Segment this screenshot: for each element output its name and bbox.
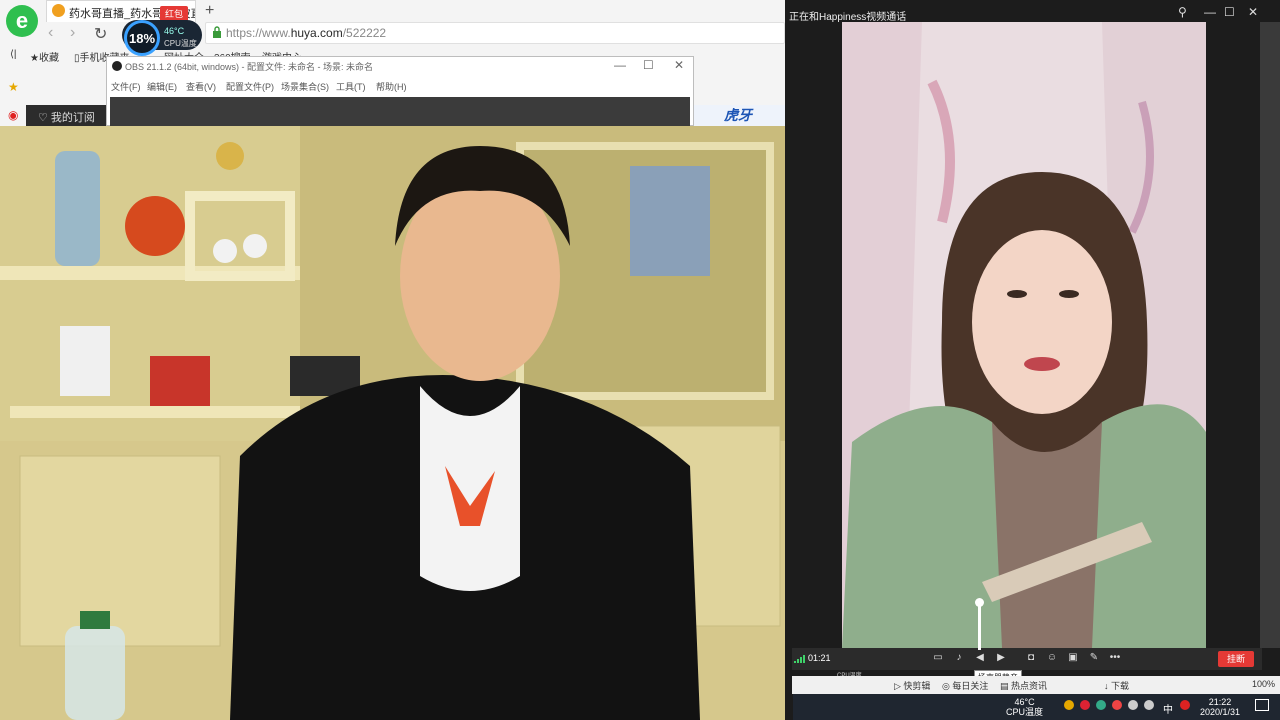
obs-menu-help[interactable]: 帮助(H) [376, 80, 407, 93]
new-tab-button[interactable]: + [205, 2, 214, 20]
tray-icon[interactable] [1096, 700, 1106, 710]
remote-video-scene [842, 22, 1206, 648]
strip-daily[interactable]: ◎ 每日关注 [942, 679, 988, 692]
weibo-icon[interactable]: ◉ [8, 108, 18, 122]
strip-download[interactable]: ↓ 下载 [1104, 679, 1129, 692]
my-subscriptions[interactable]: ♡ 我的订阅 [26, 105, 106, 126]
tray-icon[interactable] [1064, 700, 1074, 710]
notification-icon[interactable] [1255, 699, 1269, 711]
lock-icon [213, 26, 221, 38]
huya-banner[interactable]: 虎牙 [694, 105, 790, 126]
strip-news[interactable]: ▤ 热点资讯 [1000, 679, 1047, 692]
browser-logo-icon[interactable]: e [6, 5, 38, 37]
effects-icon[interactable]: ☺ [1045, 652, 1059, 664]
obs-menu-scene-collection[interactable]: 场景集合(S) [281, 80, 329, 93]
chat-icon[interactable]: ▭ [931, 652, 945, 664]
volume-slider[interactable] [978, 602, 981, 650]
bookmark-favorites[interactable]: ★收藏 [30, 49, 59, 64]
obs-menu-file[interactable]: 文件(F) [111, 80, 141, 93]
volume-slider-knob[interactable] [975, 598, 984, 607]
ime-indicator[interactable]: 中 [1163, 701, 1173, 716]
obs-icon [112, 61, 122, 71]
obs-close-icon[interactable]: ✕ [674, 58, 684, 72]
volume-tray-icon[interactable] [1144, 700, 1154, 710]
pin-icon[interactable]: ⚲ [1178, 5, 1187, 19]
screenshot-icon[interactable]: ◘ [1024, 652, 1038, 664]
sidebar-toggle-icon[interactable]: ⟨| [10, 49, 17, 60]
hangup-button[interactable]: 挂断 [1218, 651, 1254, 667]
streamer-scene [0, 126, 793, 720]
vc-close-icon[interactable]: ✕ [1248, 5, 1258, 19]
obs-menu-profile[interactable]: 配置文件(P) [226, 80, 274, 93]
huya-tab-icon [52, 4, 65, 17]
vc-minimize-icon[interactable]: — [1204, 5, 1216, 19]
camera-icon[interactable]: ▶ [994, 652, 1008, 664]
forward-icon[interactable]: › [70, 24, 75, 42]
tray-icon[interactable] [1080, 700, 1090, 710]
edit-icon[interactable]: ✎ [1087, 652, 1101, 664]
microphone-icon[interactable]: ♪ [952, 652, 966, 664]
reload-icon[interactable]: ↻ [94, 24, 107, 44]
url-scheme: https://www. [226, 26, 291, 40]
obs-title: OBS 21.1.2 (64bit, windows) - 配置文件: 未命名 … [125, 62, 374, 72]
strip-quick-edit[interactable]: ▷ 快剪辑 [894, 679, 930, 692]
signal-icon [794, 655, 805, 663]
zoom-level[interactable]: 100% [1252, 679, 1275, 689]
remote-video [842, 22, 1206, 648]
tray-icon[interactable] [1112, 700, 1122, 710]
favorites-icon[interactable]: ★ [8, 80, 19, 94]
vc-right-rail [1260, 22, 1280, 648]
video-call-title: 正在和Happiness视频通话 [789, 12, 907, 23]
call-duration: 01:21 [808, 653, 831, 663]
url-text[interactable]: https://www.huya.com/522222 [226, 26, 386, 40]
obs-preview [110, 97, 690, 126]
speaker-icon[interactable]: ◀ [973, 652, 987, 664]
vc-maximize-icon[interactable]: ☐ [1224, 5, 1235, 19]
cpu-temp: 46°C [164, 26, 185, 36]
streamer-camera-view [0, 126, 793, 720]
url-path: /522222 [342, 26, 387, 40]
obs-menu-edit[interactable]: 编辑(E) [147, 80, 177, 93]
obs-minimize-icon[interactable]: — [614, 58, 626, 72]
tray-icon[interactable] [1180, 700, 1190, 710]
obs-maximize-icon[interactable]: ☐ [643, 58, 654, 72]
obs-menu-view[interactable]: 查看(V) [186, 80, 216, 93]
url-domain: huya.com [290, 26, 343, 40]
taskbar-cpu-temp: 46°C CPU温度 [1006, 697, 1044, 717]
layout-icon[interactable]: ▣ [1066, 652, 1080, 664]
network-icon[interactable] [1128, 700, 1138, 710]
taskbar-clock[interactable]: 21:22 2020/1/31 [1200, 697, 1240, 717]
back-icon[interactable]: ‹ [48, 24, 53, 42]
more-icon[interactable]: ••• [1108, 652, 1122, 664]
obs-menu-tools[interactable]: 工具(T) [336, 80, 366, 93]
